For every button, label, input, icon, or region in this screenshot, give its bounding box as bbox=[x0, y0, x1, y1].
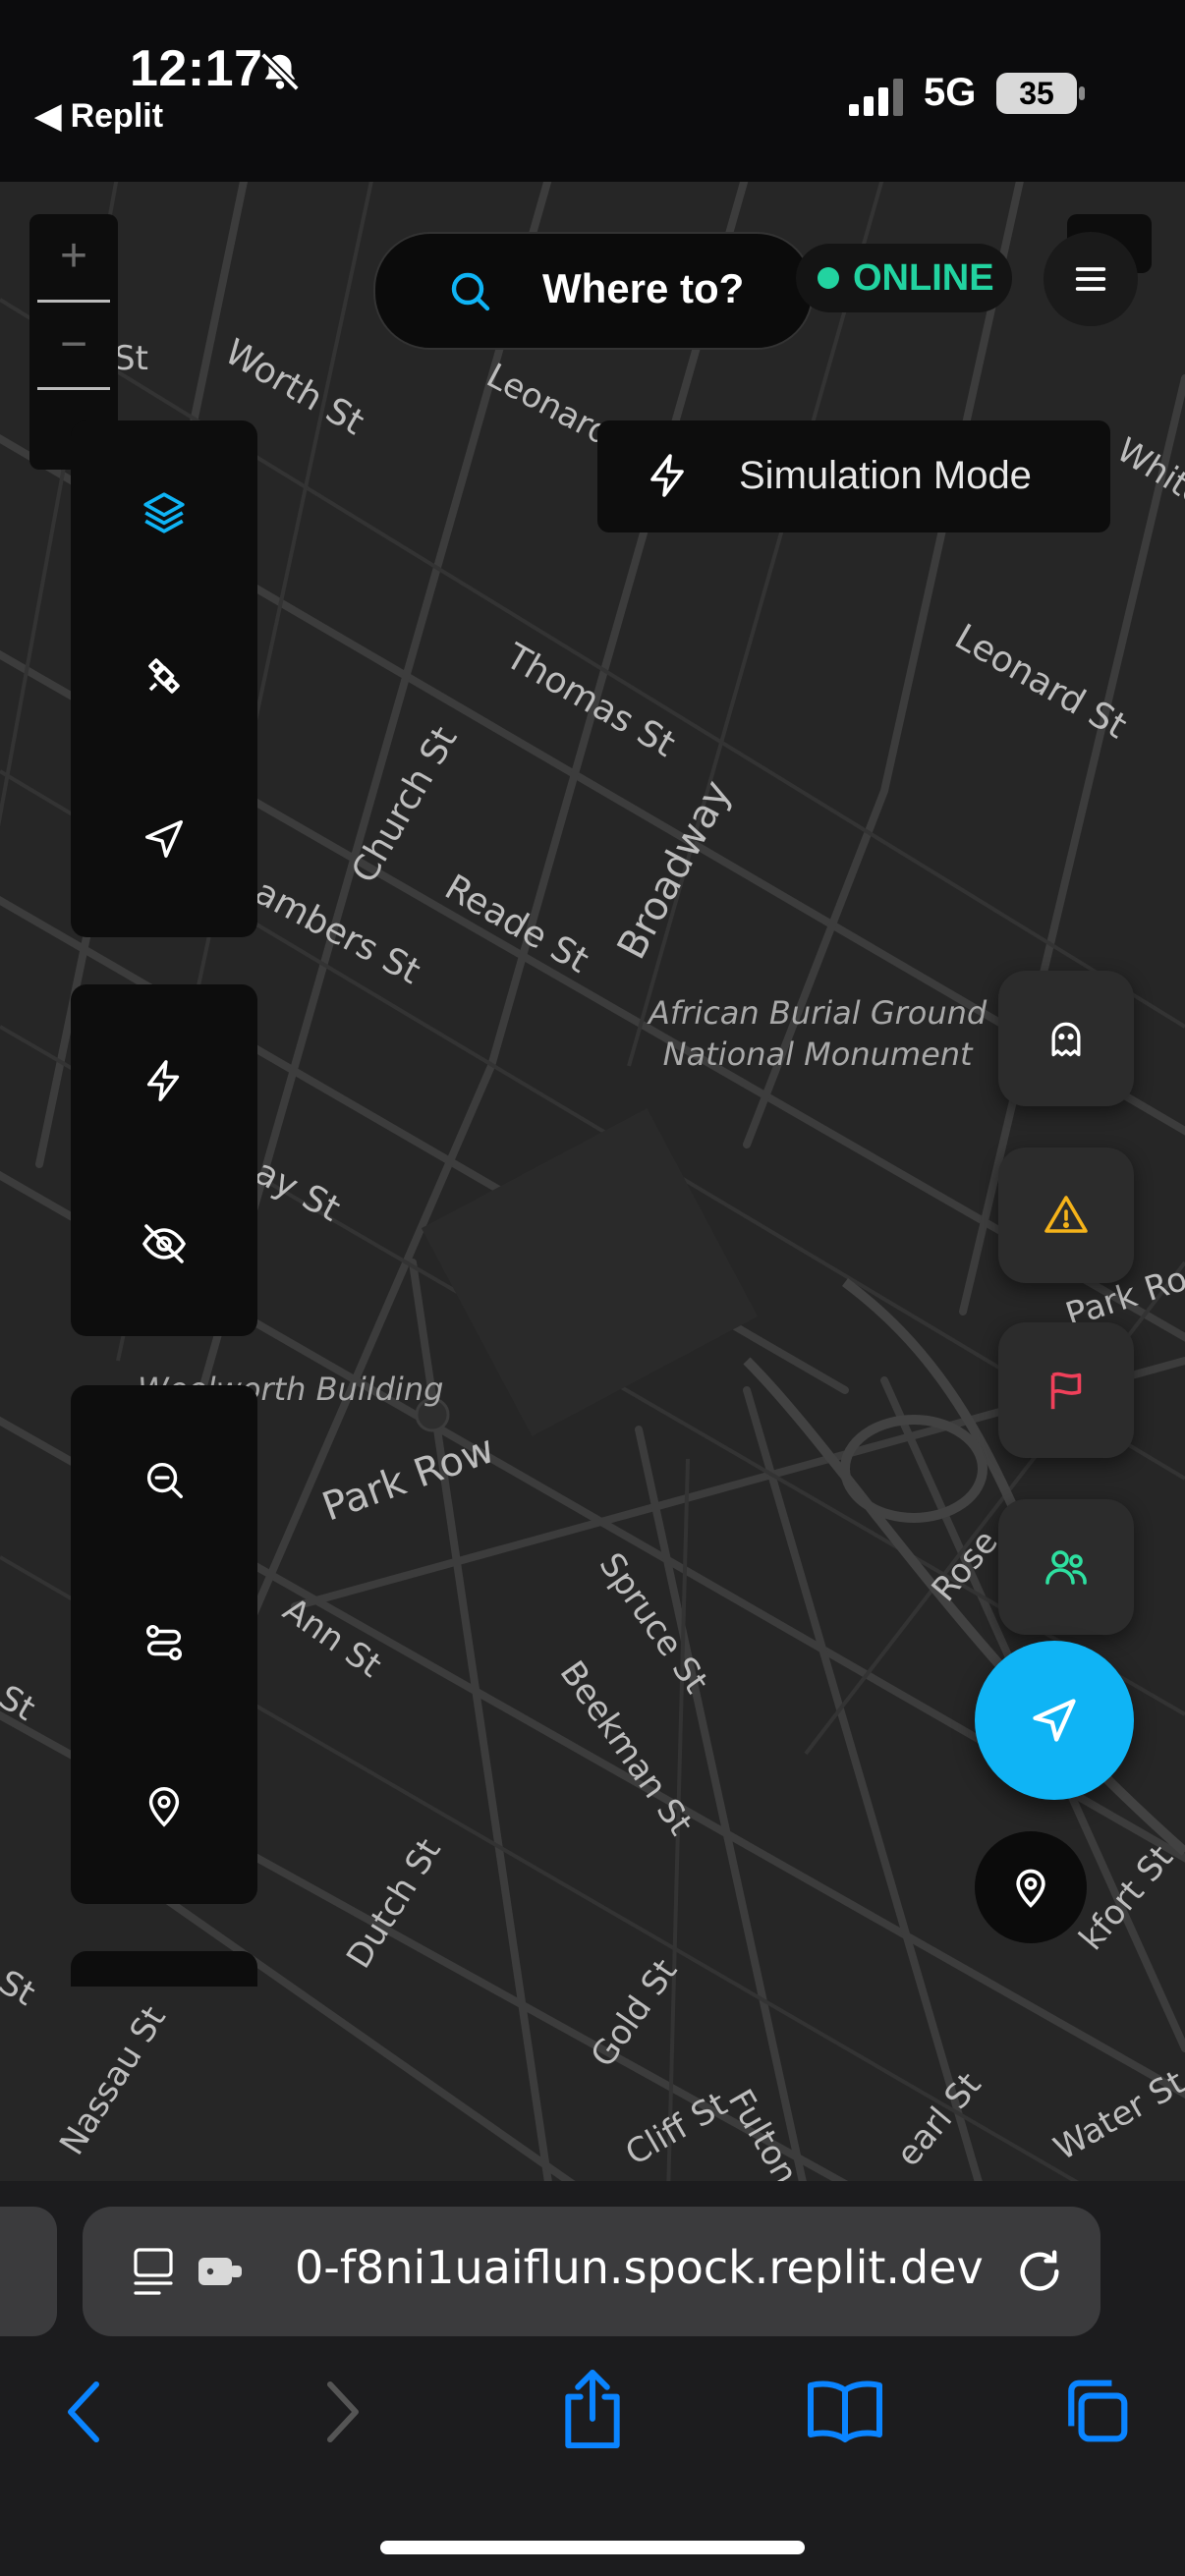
poi-label-line2: National Monument bbox=[662, 1036, 973, 1073]
online-dot bbox=[818, 267, 839, 289]
satellite-button[interactable] bbox=[71, 617, 257, 735]
start-navigation-button[interactable] bbox=[975, 1641, 1134, 1800]
search-bar[interactable]: Where to? bbox=[373, 232, 814, 350]
ghost-icon bbox=[1051, 1022, 1081, 1057]
status-bar: 12:17 ◀ Replit 5G 35 bbox=[0, 0, 1185, 182]
navigate-button[interactable] bbox=[71, 780, 257, 898]
route-icon bbox=[145, 1624, 183, 1661]
network-type: 5G bbox=[924, 71, 977, 114]
satellite-icon bbox=[148, 658, 180, 694]
back-to-app-link[interactable]: ◀ Replit bbox=[35, 96, 163, 136]
menu-button[interactable] bbox=[1044, 232, 1138, 326]
zoom-in-button[interactable]: + bbox=[29, 214, 118, 299]
online-status-text: ONLINE bbox=[853, 257, 994, 299]
navigation-arrow-icon bbox=[145, 820, 183, 858]
simulation-mode-button[interactable]: Simulation Mode bbox=[597, 420, 1110, 532]
bookmarks-icon[interactable] bbox=[806, 2376, 884, 2444]
poi-label-line1: African Burial Ground bbox=[649, 994, 988, 1032]
search-icon bbox=[451, 272, 490, 311]
zoom-out-button[interactable]: − bbox=[29, 303, 118, 387]
lightning-icon bbox=[650, 454, 684, 497]
hamburger-menu-icon bbox=[1075, 267, 1106, 291]
warning-icon bbox=[1044, 1196, 1088, 1233]
home-indicator bbox=[380, 2541, 805, 2554]
extension-icon bbox=[198, 2258, 242, 2285]
nav-tools-panel bbox=[71, 1385, 257, 1904]
my-location-button[interactable] bbox=[975, 1831, 1087, 1943]
users-icon bbox=[1045, 1550, 1087, 1585]
route-button[interactable] bbox=[71, 1584, 257, 1702]
map-pin-icon bbox=[148, 1787, 180, 1827]
more-tools-panel bbox=[71, 1951, 257, 1987]
flag-button[interactable] bbox=[998, 1322, 1134, 1458]
pin-button[interactable] bbox=[71, 1747, 257, 1865]
map-pin-icon bbox=[1016, 1869, 1045, 1908]
map-tools-panel bbox=[71, 420, 257, 937]
online-status-badge: ONLINE bbox=[796, 244, 1012, 312]
street-label: St bbox=[114, 339, 148, 378]
silent-bell-icon bbox=[260, 52, 300, 91]
reload-icon[interactable] bbox=[1014, 2246, 1065, 2297]
signal-icon bbox=[849, 79, 903, 116]
simulation-mode-label: Simulation Mode bbox=[739, 454, 1032, 497]
flag-icon bbox=[1050, 1372, 1082, 1410]
battery-cap bbox=[1079, 86, 1085, 100]
page-menu-icon bbox=[134, 2248, 173, 2295]
friends-button[interactable] bbox=[998, 1499, 1134, 1635]
layers-icon bbox=[143, 492, 185, 533]
previous-tab-peek[interactable] bbox=[0, 2207, 57, 2336]
battery-level: 35 bbox=[996, 73, 1077, 114]
eye-off-icon bbox=[141, 1224, 187, 1263]
zoom-out-icon bbox=[146, 1462, 183, 1498]
mode-tools-panel bbox=[71, 984, 257, 1336]
back-arrow-icon[interactable] bbox=[61, 2378, 108, 2446]
zoom-out-tool-button[interactable] bbox=[71, 1421, 257, 1539]
url-text[interactable]: 0-f8ni1uaiflun.spock.replit.dev bbox=[295, 2241, 984, 2294]
lightning-icon bbox=[146, 1060, 180, 1101]
share-icon[interactable] bbox=[558, 2368, 627, 2450]
tabs-icon[interactable] bbox=[1061, 2376, 1132, 2446]
navigation-arrow-icon bbox=[1033, 1699, 1076, 1742]
report-hazard-button[interactable] bbox=[998, 1148, 1134, 1283]
quick-action-button[interactable] bbox=[71, 1022, 257, 1140]
ghost-mode-button[interactable] bbox=[998, 971, 1134, 1106]
layers-button[interactable] bbox=[71, 454, 257, 572]
visibility-button[interactable] bbox=[71, 1185, 257, 1303]
search-placeholder[interactable]: Where to? bbox=[542, 265, 744, 312]
forward-arrow-icon[interactable] bbox=[318, 2378, 366, 2446]
status-time: 12:17 bbox=[130, 40, 263, 97]
poi-label: African Burial Ground National Monument bbox=[649, 992, 987, 1075]
zoom-divider bbox=[37, 387, 110, 390]
